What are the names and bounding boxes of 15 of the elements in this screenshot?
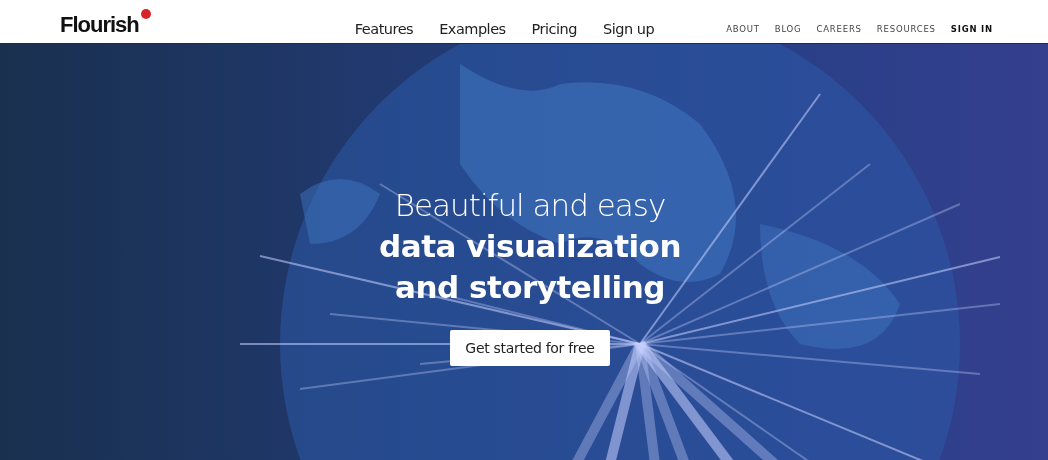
nav-link[interactable]: Features bbox=[354, 20, 414, 37]
nav-link[interactable]: CAREERS bbox=[816, 23, 862, 34]
nav-link[interactable]: Examples bbox=[439, 20, 506, 37]
nav-link[interactable]: SIGN IN bbox=[950, 23, 993, 34]
nav-link[interactable]: Sign up bbox=[603, 20, 655, 37]
logo-dot-icon bbox=[139, 7, 152, 20]
logo-text[interactable]: Flourish bbox=[60, 13, 139, 36]
headline-line: and storytelling bbox=[395, 268, 665, 307]
nav-link[interactable]: ABOUT bbox=[726, 23, 760, 34]
get-started-button[interactable]: Get started for free bbox=[450, 330, 610, 366]
headline-line: data visualization bbox=[379, 227, 681, 266]
nav-link[interactable]: RESOURCES bbox=[876, 23, 936, 34]
nav-link[interactable]: Pricing bbox=[531, 20, 577, 37]
headline-line: Beautiful and easy bbox=[394, 186, 666, 225]
nav-link[interactable]: BLOG bbox=[774, 23, 802, 34]
